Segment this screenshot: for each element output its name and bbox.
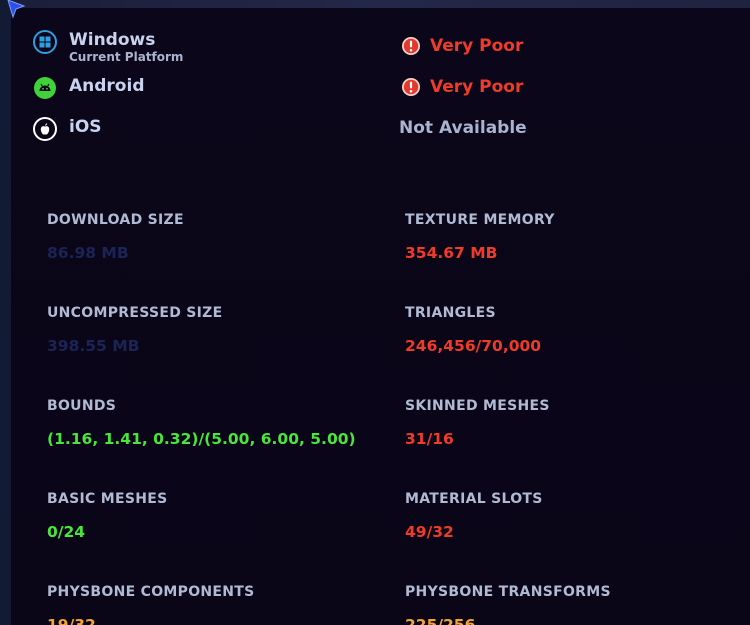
warning-icon [402,78,420,96]
stat-label: MATERIAL SLOTS [405,491,543,507]
stat-value: 0/24 [47,523,86,541]
rating-text: Not Available [399,118,527,138]
windows-icon [33,30,57,54]
platform-subtitle: Current Platform [69,50,184,64]
stat-label: TEXTURE MEMORY [405,212,555,228]
rating-text: Very Poor [430,77,524,97]
stat-label: UNCOMPRESSED SIZE [47,305,223,321]
stat-skinned-meshes: SKINNED MESHES 31/16 [405,398,550,448]
stat-basic-meshes: BASIC MESHES 0/24 [47,491,168,541]
stat-value: 225/256 [405,616,476,625]
stat-label: BASIC MESHES [47,491,168,507]
warning-icon [402,37,420,55]
stat-label: PHYSBONE TRANSFORMS [405,584,611,600]
stat-triangles: TRIANGLES 246,456/70,000 [405,305,541,355]
stat-value: 354.67 MB [405,244,498,262]
rating-ios: Not Available [399,118,527,138]
stat-label: DOWNLOAD SIZE [47,212,184,228]
stat-value: 246,456/70,000 [405,337,542,355]
android-icon [34,77,56,99]
stat-bounds: BOUNDS (1.16, 1.41, 0.32)/(5.00, 6.00, 5… [47,398,356,448]
top-border [0,0,750,8]
platform-name: Windows [69,30,156,50]
stat-value: 19/32 [47,616,96,625]
stat-uncompressed-size: UNCOMPRESSED SIZE 398.55 MB [47,305,223,355]
rating-android: Very Poor [401,77,523,97]
stat-value: 398.55 MB [47,337,140,355]
rating-windows: Very Poor [401,36,523,56]
apple-icon [33,117,57,141]
stat-label: PHYSBONE COMPONENTS [47,584,255,600]
rating-text: Very Poor [430,36,524,56]
stat-material-slots: MATERIAL SLOTS 49/32 [405,491,543,541]
performance-panel: Windows Current Platform Android iOS Ver… [0,0,750,625]
platform-windows: Windows Current Platform [33,30,183,64]
platform-android: Android [33,76,145,100]
stat-value: 31/16 [405,430,454,448]
stat-value: (1.16, 1.41, 0.32)/(5.00, 6.00, 5.00) [47,430,356,448]
stat-label: SKINNED MESHES [405,398,550,414]
stat-label: TRIANGLES [405,305,496,321]
stat-physbone-components: PHYSBONE COMPONENTS 19/32 [47,584,255,625]
stat-physbone-transforms: PHYSBONE TRANSFORMS 225/256 [405,584,611,625]
platform-ios: iOS [33,117,102,141]
platform-name: Android [69,76,145,96]
stat-texture-memory: TEXTURE MEMORY 354.67 MB [405,212,555,262]
left-scroll-edge [0,0,11,625]
platform-name: iOS [69,117,102,137]
stat-value: 49/32 [405,523,454,541]
stat-value: 86.98 MB [47,244,129,262]
stat-download-size: DOWNLOAD SIZE 86.98 MB [47,212,184,262]
stat-label: BOUNDS [47,398,117,414]
mouse-cursor-icon [7,0,26,19]
